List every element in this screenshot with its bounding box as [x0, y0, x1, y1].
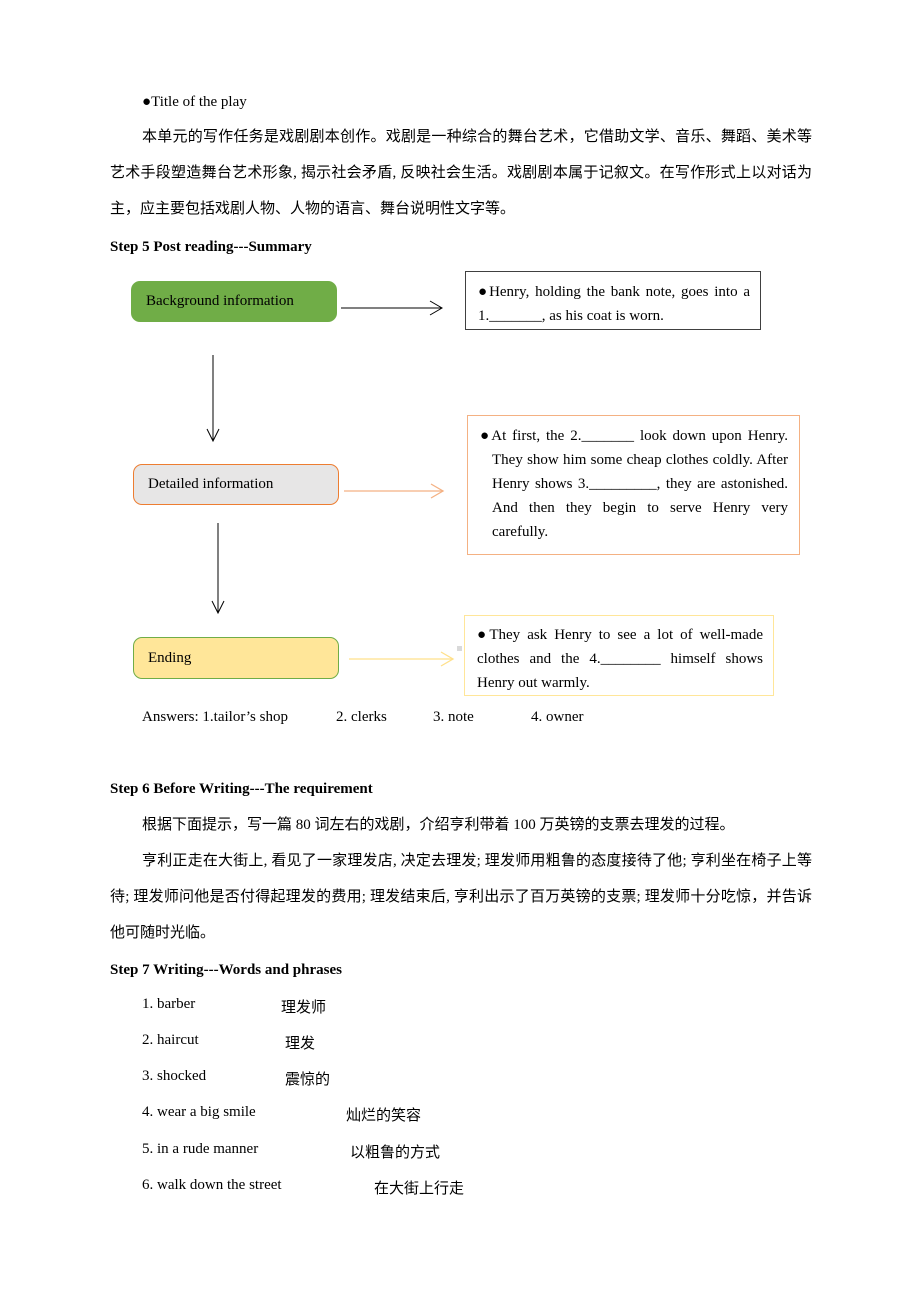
arrow-right-icon: [341, 300, 443, 316]
answer-2: 2. clerks: [336, 709, 387, 725]
ending-label: Ending: [148, 649, 192, 666]
vocab-zh: 以粗鲁的方式: [350, 1145, 441, 1161]
vocab-en: 1. barber: [142, 996, 196, 1012]
answers-label: Answers: 1.tailor’s shop: [142, 709, 288, 725]
vocab-zh: 理发师: [281, 1000, 327, 1016]
step6-prompt: 亨利正走在大街上, 看见了一家理发店, 决定去理发; 理发师用粗鲁的态度接待了他…: [110, 853, 812, 941]
step7-heading: Step 7 Writing---Words and phrases: [110, 962, 342, 978]
vocab-en: 5. in a rude manner: [142, 1141, 259, 1157]
background-information-text-box: ●Henry, holding the bank note, goes into…: [465, 271, 761, 330]
detailed-information-box: Detailed information: [133, 464, 339, 505]
arrow-right-icon: [349, 651, 455, 667]
vocab-en: 4. wear a big smile: [142, 1104, 256, 1120]
answer-4: 4. owner: [531, 709, 584, 725]
arrow-down-icon: [211, 523, 225, 615]
step6-heading: Step 6 Before Writing---The requirement: [110, 781, 373, 797]
ending-box: Ending: [133, 637, 339, 679]
vocab-zh: 理发: [285, 1036, 316, 1052]
vocab-en: 2. haircut: [142, 1032, 199, 1048]
detailed-information-text-box: ●At first, the 2._______ look down upon …: [467, 415, 800, 555]
ending-text: ●They ask Henry to see a lot of well-mad…: [477, 627, 763, 691]
vocab-en: 6. walk down the street: [142, 1177, 282, 1193]
step6-requirement: 根据下面提示，写一篇 80 词左右的戏剧，介绍亨利带着 100 万英镑的支票去理…: [142, 817, 735, 833]
vocab-zh: 灿烂的笑容: [346, 1108, 422, 1124]
background-information-box: Background information: [131, 281, 337, 322]
handle-marker: [457, 646, 462, 651]
background-information-label: Background information: [146, 293, 294, 309]
ending-text-box: ●They ask Henry to see a lot of well-mad…: [464, 615, 774, 696]
answer-3: 3. note: [433, 709, 474, 725]
vocab-en: 3. shocked: [142, 1068, 207, 1084]
vocab-zh: 在大街上行走: [374, 1181, 465, 1197]
vocab-zh: 震惊的: [285, 1072, 331, 1088]
flowchart-arrows: [206, 300, 462, 667]
detailed-information-text: ●At first, the 2._______ look down upon …: [480, 428, 788, 540]
detailed-information-label: Detailed information: [148, 476, 274, 492]
background-information-text: ●Henry, holding the bank note, goes into…: [478, 284, 750, 324]
arrow-right-icon: [344, 483, 445, 499]
arrow-down-icon: [206, 355, 220, 443]
